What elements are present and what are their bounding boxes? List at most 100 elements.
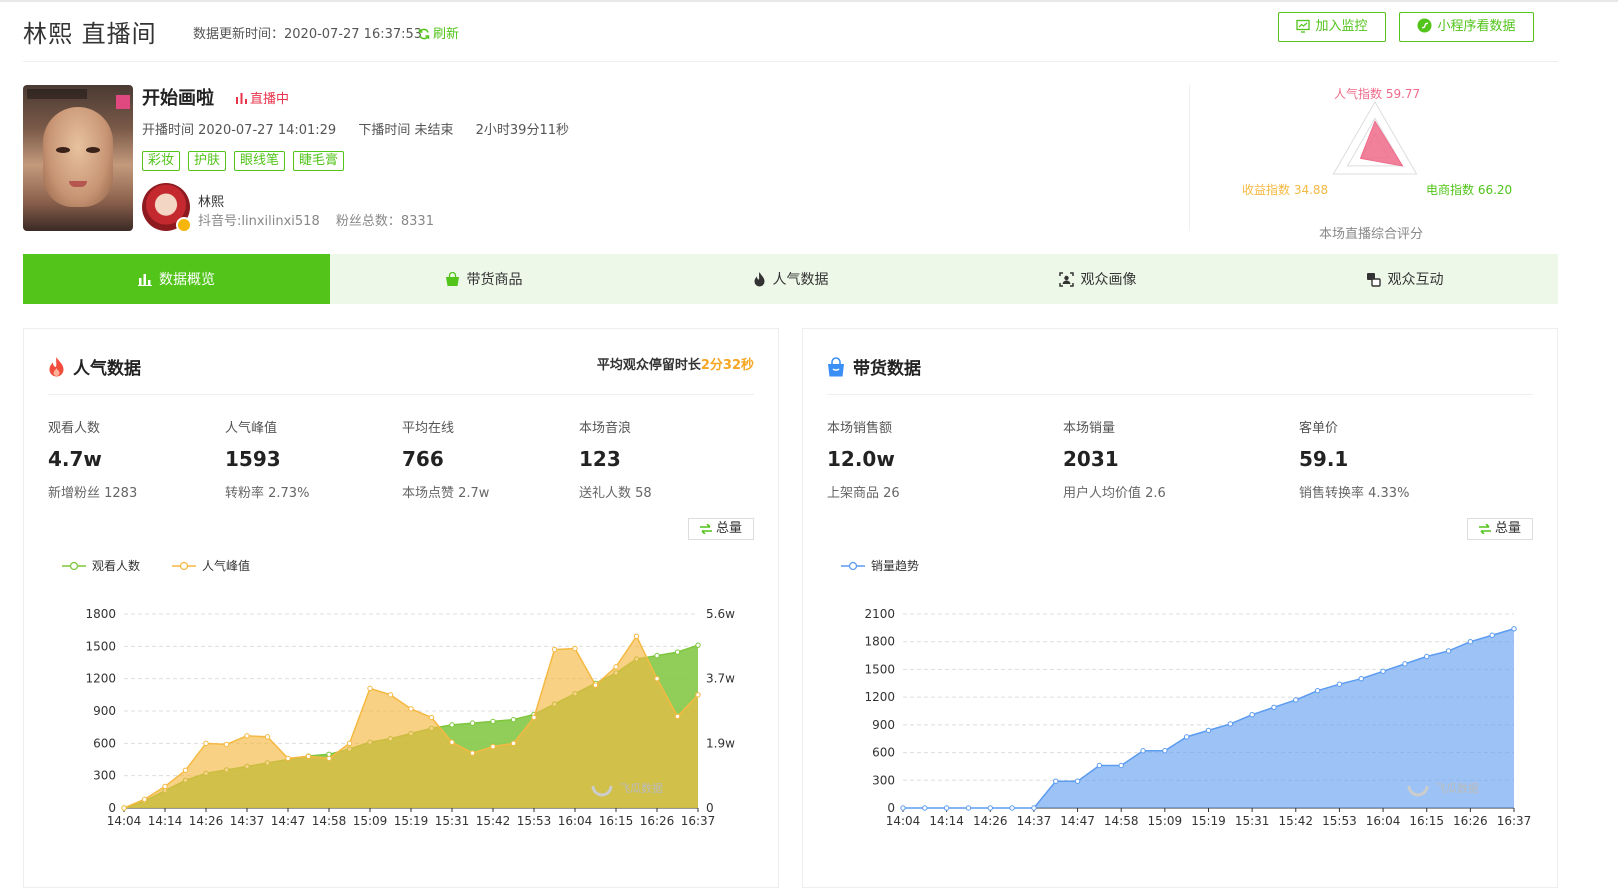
x-tick-label: 16:37 <box>681 814 716 828</box>
y-right-tick-label: 5.6w <box>706 607 735 621</box>
y-tick-label: 300 <box>93 769 116 783</box>
x-tick-label: 16:26 <box>1453 814 1488 828</box>
douyin-id: 抖音号:linxilinxi518 <box>198 214 320 229</box>
tab-audience-interaction[interactable]: 观众互动 <box>1251 254 1558 304</box>
tab-overview[interactable]: 数据概览 <box>23 254 330 304</box>
bar-chart-icon <box>138 274 152 286</box>
y-tick-label: 1500 <box>864 662 895 676</box>
update-time: 数据更新时间：2020-07-27 16:37:53 <box>193 27 423 42</box>
data-point <box>121 805 127 811</box>
x-tick-label: 14:58 <box>312 814 347 828</box>
income-index: 收益指数 34.88 <box>1242 183 1329 197</box>
live-bars-icon <box>236 93 247 104</box>
data-point <box>1271 704 1277 711</box>
x-tick-label: 16:15 <box>599 814 634 828</box>
data-point <box>1074 778 1081 784</box>
monitor-icon <box>1296 19 1311 33</box>
add-monitor-button[interactable]: 加入监控 <box>1278 12 1386 42</box>
data-point <box>449 739 455 745</box>
miniapp-data-button[interactable]: 小程序看数据 <box>1399 12 1534 42</box>
x-tick-label: 16:04 <box>1366 814 1401 828</box>
x-tick-label: 14:26 <box>973 814 1008 828</box>
verified-badge-icon <box>176 217 192 233</box>
series-area <box>124 636 698 808</box>
data-point <box>428 714 435 721</box>
host-meta: 抖音号:linxilinxi518 粉丝总数：8331 <box>198 210 446 229</box>
tag-chip[interactable]: 眼线笔 <box>234 151 286 171</box>
live-time-row: 开播时间 2020-07-27 14:01:29 下播时间 未结束 2小时39分… <box>142 119 587 138</box>
live-duration: 2小时39分11秒 <box>475 123 569 138</box>
data-point <box>1031 805 1037 811</box>
tag-chip[interactable]: 护肤 <box>188 151 227 171</box>
y-right-tick-label: 1.9w <box>706 736 735 750</box>
x-tick-label: 16:37 <box>1497 814 1532 828</box>
interaction-icon <box>1366 272 1381 287</box>
data-point <box>510 740 517 747</box>
legend-marker <box>179 561 189 571</box>
x-tick-label: 15:53 <box>1322 814 1357 828</box>
radar-score-area <box>1359 120 1404 167</box>
data-point <box>162 783 168 790</box>
legend-marker <box>69 561 79 571</box>
x-tick-label: 14:26 <box>189 814 224 828</box>
y-tick-label: 0 <box>108 801 116 815</box>
x-tick-label: 14:37 <box>1017 814 1052 828</box>
watermark-text: 飞瓜数据 <box>1435 781 1479 795</box>
data-point <box>654 652 660 659</box>
data-point <box>965 805 972 811</box>
tab-products[interactable]: 带货商品 <box>330 254 637 304</box>
header-divider <box>23 61 1558 62</box>
data-point <box>264 734 271 740</box>
data-point <box>987 805 993 811</box>
y-tick-label: 600 <box>872 746 895 760</box>
section-tabs: 数据概览 带货商品 人气数据 观众画像 观众互动 <box>23 254 1558 304</box>
x-tick-label: 14:14 <box>148 814 183 828</box>
radar-caption: 本场直播综合评分 <box>1319 227 1424 242</box>
add-monitor-label: 加入监控 <box>1315 19 1368 34</box>
legend-label: 观看人数 <box>92 558 140 573</box>
data-point <box>408 706 414 712</box>
data-point <box>1402 661 1408 667</box>
popularity-index: 人气指数 59.77 <box>1334 87 1421 101</box>
tag-chip[interactable]: 睫毛膏 <box>293 151 345 171</box>
data-point <box>1358 675 1364 682</box>
tag-chip[interactable]: 彩妆 <box>142 151 181 171</box>
tab-audience-profile[interactable]: 观众画像 <box>944 254 1251 304</box>
data-point <box>572 645 578 652</box>
y-tick-label: 1800 <box>864 635 895 649</box>
tab-label: 观众画像 <box>1080 272 1137 288</box>
live-cover-image[interactable] <box>23 85 133 231</box>
tab-label: 观众互动 <box>1387 272 1444 288</box>
data-point <box>490 718 496 725</box>
data-point <box>1162 748 1168 754</box>
data-point <box>654 675 660 682</box>
host-avatar[interactable] <box>142 183 192 233</box>
flame-icon <box>754 271 764 286</box>
x-tick-label: 14:04 <box>107 814 142 828</box>
data-point <box>449 722 455 728</box>
data-point <box>943 805 950 811</box>
y-tick-label: 1800 <box>85 607 116 621</box>
data-point <box>244 733 250 739</box>
tab-popularity[interactable]: 人气数据 <box>637 254 944 304</box>
data-point <box>1096 762 1103 769</box>
x-tick-label: 14:04 <box>886 814 921 828</box>
legend-label: 人气峰值 <box>202 558 250 573</box>
data-point <box>1467 639 1474 645</box>
x-tick-label: 16:26 <box>640 814 675 828</box>
host-name[interactable]: 林熙 <box>198 191 224 210</box>
x-tick-label: 15:19 <box>394 814 429 828</box>
y-tick-label: 1500 <box>85 639 116 653</box>
x-tick-label: 15:31 <box>1235 814 1270 828</box>
data-point <box>1183 734 1190 740</box>
ecommerce-index: 电商指数 66.20 <box>1426 183 1513 197</box>
y-tick-label: 900 <box>872 718 895 732</box>
legend-marker <box>848 561 858 571</box>
refresh-button[interactable]: 刷新 <box>418 23 459 42</box>
data-point <box>695 692 701 698</box>
x-tick-label: 14:37 <box>230 814 265 828</box>
data-point <box>900 805 906 811</box>
live-status-label: 直播中 <box>250 92 290 107</box>
data-point <box>387 692 394 698</box>
data-point <box>922 805 928 811</box>
